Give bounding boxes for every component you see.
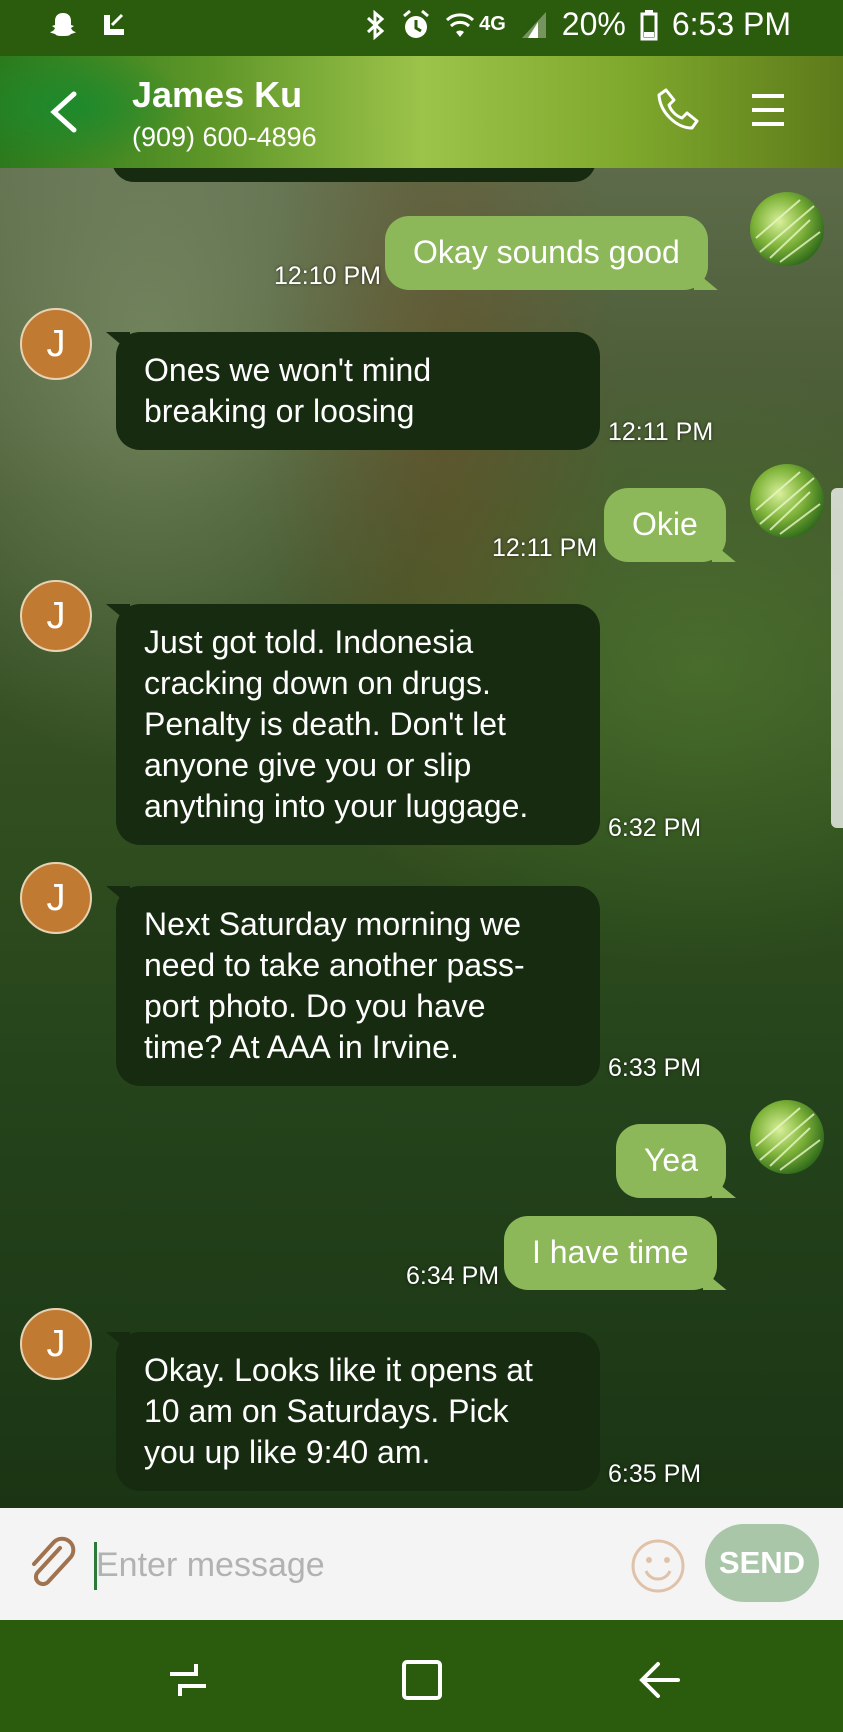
message-timestamp: 12:11 PM: [608, 418, 714, 446]
message-line: breaking or loosing: [144, 393, 415, 429]
send-button[interactable]: SEND: [705, 1524, 819, 1602]
wifi-icon: [445, 11, 475, 39]
bluetooth-icon: [365, 9, 387, 41]
message-bubble-incoming[interactable]: Ones we won't mind breaking or loosing: [116, 332, 600, 450]
composer-bar: SEND: [0, 1508, 843, 1620]
emoji-button[interactable]: [630, 1538, 686, 1594]
clock: 6:53 PM: [671, 6, 791, 42]
status-bar: 4G 20% 6:53 PM: [0, 0, 843, 56]
snapchat-icon: [48, 10, 78, 45]
my-avatar[interactable]: [750, 464, 824, 538]
contact-name[interactable]: James Ku: [132, 74, 302, 116]
message-line: Next Saturday morning we: [144, 906, 522, 942]
recent-apps-button[interactable]: [164, 1656, 212, 1704]
phone-icon: [657, 88, 699, 130]
message-timestamp: 6:33 PM: [608, 1054, 702, 1082]
conversation-header: James Ku (909) 600-4896: [0, 56, 843, 168]
message-list[interactable]: Okay sounds good 12:10 PM J Ones we won'…: [0, 168, 843, 1508]
message-bubble-incoming[interactable]: Next Saturday morning we need to take an…: [116, 886, 600, 1086]
message-bubble-outgoing[interactable]: Yea: [616, 1124, 726, 1198]
notification-icons: [48, 10, 128, 45]
message-timestamp: 6:32 PM: [608, 814, 702, 842]
menu-icon: [752, 94, 784, 126]
back-button[interactable]: [44, 86, 84, 138]
attach-button[interactable]: [26, 1536, 76, 1592]
message-line: port photo. Do you have: [144, 988, 486, 1024]
message-line: cracking down on drugs.: [144, 665, 491, 701]
system-nav-bar: [0, 1620, 843, 1732]
message-line: Just got told. Indonesia: [144, 624, 474, 660]
home-button[interactable]: [398, 1656, 446, 1704]
contact-avatar[interactable]: J: [20, 862, 92, 934]
my-avatar[interactable]: [750, 1100, 824, 1174]
my-avatar[interactable]: [750, 192, 824, 266]
message-line: anyone give you or slip: [144, 747, 472, 783]
signal-icon: [520, 10, 548, 40]
message-bubble-outgoing[interactable]: Okay sounds good: [385, 216, 708, 290]
emoji-icon: [631, 1539, 685, 1593]
recent-apps-icon: [170, 1664, 206, 1696]
message-bubble-outgoing[interactable]: Okie: [604, 488, 726, 562]
message-timestamp: 6:34 PM: [406, 1262, 500, 1290]
contact-avatar[interactable]: J: [20, 580, 92, 652]
message-line: 10 am on Saturdays. Pick: [144, 1393, 509, 1429]
partial-message-bubble: [112, 168, 596, 182]
scrollbar[interactable]: [831, 488, 843, 828]
message-line: Okay. Looks like it opens at: [144, 1352, 533, 1388]
alarm-icon: [401, 9, 431, 41]
message-timestamp: 6:35 PM: [608, 1460, 702, 1488]
message-line: Ones we won't mind: [144, 352, 432, 388]
message-line: Penalty is death. Don't let: [144, 706, 506, 742]
back-nav-button[interactable]: [636, 1656, 684, 1704]
4g-icon: 4G: [479, 13, 506, 35]
contact-phone: (909) 600-4896: [132, 122, 317, 152]
system-indicators: 4G 20% 6:53 PM: [365, 6, 791, 43]
message-bubble-outgoing[interactable]: I have time: [504, 1216, 717, 1290]
message-line: you up like 9:40 am.: [144, 1434, 431, 1470]
message-bubble-incoming[interactable]: Just got told. Indonesia cracking down o…: [116, 604, 600, 845]
message-input[interactable]: [94, 1534, 614, 1596]
message-timestamp: 12:10 PM: [274, 262, 382, 290]
back-icon: [639, 1662, 680, 1698]
missed-call-icon: [100, 11, 128, 44]
message-timestamp: 12:11 PM: [492, 534, 598, 562]
contact-avatar[interactable]: J: [20, 1308, 92, 1380]
message-line: need to take another pass-: [144, 947, 525, 983]
message-line: anything into your luggage.: [144, 788, 529, 824]
message-line: time? At AAA in Irvine.: [144, 1029, 459, 1065]
paperclip-icon: [32, 1536, 76, 1587]
back-arrow-icon: [50, 91, 77, 133]
home-icon: [402, 1660, 442, 1700]
menu-button[interactable]: [748, 90, 788, 130]
call-button[interactable]: [654, 86, 702, 134]
battery-icon: [640, 9, 658, 41]
message-bubble-incoming[interactable]: Okay. Looks like it opens at 10 am on Sa…: [116, 1332, 600, 1491]
contact-avatar[interactable]: J: [20, 308, 92, 380]
battery-percent: 20%: [561, 6, 626, 42]
